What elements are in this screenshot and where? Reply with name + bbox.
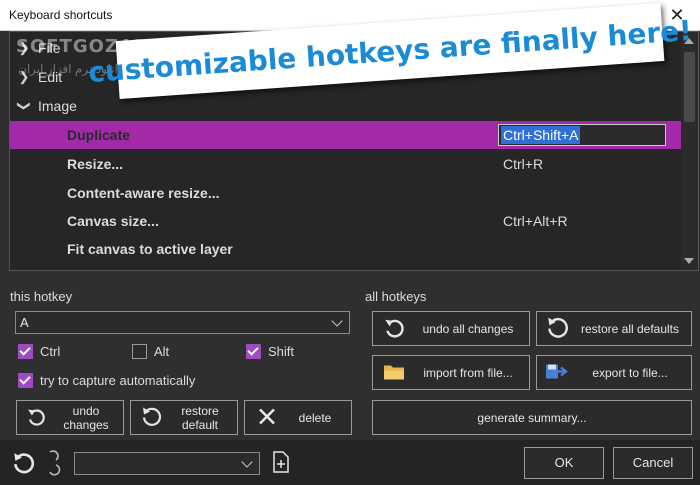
command-label: Canvas size... bbox=[67, 213, 159, 229]
restore-default-button[interactable]: restore default bbox=[130, 400, 238, 435]
folder-icon bbox=[383, 362, 405, 383]
command-hotkey: Ctrl+R bbox=[503, 156, 544, 172]
dialog-footer: OK Cancel bbox=[0, 440, 700, 485]
restore-all-defaults-button[interactable]: restore all defaults bbox=[536, 311, 692, 346]
command-row-fit-canvas[interactable]: Fit canvas to active layer bbox=[10, 235, 681, 263]
restore-icon bbox=[140, 405, 162, 430]
hotkey-edit-text: Ctrl+Shift+A bbox=[501, 126, 581, 144]
cancel-label: Cancel bbox=[632, 455, 674, 470]
auto-capture-check-box[interactable] bbox=[18, 373, 33, 388]
all-hotkeys-heading: all hotkeys bbox=[365, 289, 427, 304]
undo-icon bbox=[383, 316, 405, 341]
restore-all-defaults-label: restore all defaults bbox=[580, 321, 680, 336]
command-row-duplicate[interactable]: Duplicate Ctrl+Shift+A bbox=[10, 121, 681, 149]
this-hotkey-heading: this hotkey bbox=[10, 289, 73, 304]
undo-all-changes-label: undo all changes bbox=[422, 321, 514, 336]
ok-button[interactable]: OK bbox=[524, 447, 604, 479]
undo-changes-label: undo changes bbox=[63, 403, 109, 432]
new-file-icon[interactable] bbox=[272, 451, 290, 478]
restore-default-label: restore default bbox=[181, 403, 219, 432]
undo-icon bbox=[26, 406, 46, 429]
shift-checkbox[interactable]: Shift bbox=[246, 344, 294, 359]
generate-summary-label: generate summary... bbox=[477, 410, 587, 425]
category-image[interactable]: ❯ Image bbox=[10, 92, 77, 120]
auto-capture-checkbox[interactable]: try to capture automatically bbox=[18, 373, 195, 388]
alt-label: Alt bbox=[154, 344, 170, 359]
export-icon bbox=[545, 361, 569, 384]
generate-summary-button[interactable]: generate summary... bbox=[372, 400, 692, 435]
delete-label: delete bbox=[298, 410, 332, 425]
command-row-content-aware-resize[interactable]: Content-aware resize... bbox=[10, 179, 681, 207]
import-from-file-label: import from file... bbox=[423, 365, 513, 380]
key-select[interactable]: A bbox=[15, 311, 350, 334]
export-to-file-label: export to file... bbox=[592, 365, 668, 380]
scroll-down-icon[interactable] bbox=[684, 258, 694, 264]
chevron-down-icon bbox=[331, 315, 343, 327]
command-label: Content-aware resize... bbox=[67, 185, 220, 201]
restore-icon bbox=[545, 315, 569, 342]
chevron-down-icon bbox=[241, 456, 253, 468]
redo-icon[interactable] bbox=[46, 448, 64, 481]
history-undo-icon[interactable] bbox=[11, 451, 35, 480]
import-from-file-button[interactable]: import from file... bbox=[372, 355, 530, 390]
undo-changes-button[interactable]: undo changes bbox=[16, 400, 124, 435]
delete-x-icon bbox=[257, 406, 277, 429]
command-label: Resize... bbox=[67, 156, 124, 172]
ctrl-checkbox[interactable]: Ctrl bbox=[18, 344, 60, 359]
scroll-thumb[interactable] bbox=[684, 52, 695, 122]
category-label: Image bbox=[38, 98, 77, 114]
tree-scrollbar[interactable] bbox=[681, 31, 699, 271]
ctrl-check-box[interactable] bbox=[18, 344, 33, 359]
command-row-canvas-size[interactable]: Canvas size... Ctrl+Alt+R bbox=[10, 207, 681, 235]
delete-button[interactable]: delete bbox=[244, 400, 352, 435]
ctrl-label: Ctrl bbox=[40, 344, 61, 359]
auto-capture-label: try to capture automatically bbox=[40, 373, 196, 388]
export-to-file-button[interactable]: export to file... bbox=[536, 355, 692, 390]
chevron-down-icon[interactable]: ❯ bbox=[16, 92, 32, 120]
command-label: Fit canvas to active layer bbox=[67, 241, 233, 257]
alt-check-box[interactable] bbox=[132, 344, 147, 359]
undo-all-changes-button[interactable]: undo all changes bbox=[372, 311, 530, 346]
window-title: Keyboard shortcuts bbox=[9, 8, 113, 22]
cancel-button[interactable]: Cancel bbox=[613, 447, 693, 479]
command-label: Duplicate bbox=[67, 127, 131, 143]
shift-label: Shift bbox=[268, 344, 295, 359]
shift-check-box[interactable] bbox=[246, 344, 261, 359]
hotkey-edit-field[interactable]: Ctrl+Shift+A bbox=[498, 124, 666, 146]
command-hotkey: Ctrl+Alt+R bbox=[503, 213, 568, 229]
preset-select[interactable] bbox=[74, 452, 260, 475]
command-row-resize[interactable]: Resize... Ctrl+R bbox=[10, 150, 681, 178]
ok-label: OK bbox=[554, 455, 574, 470]
alt-checkbox[interactable]: Alt bbox=[132, 344, 169, 359]
key-select-value: A bbox=[20, 315, 29, 330]
